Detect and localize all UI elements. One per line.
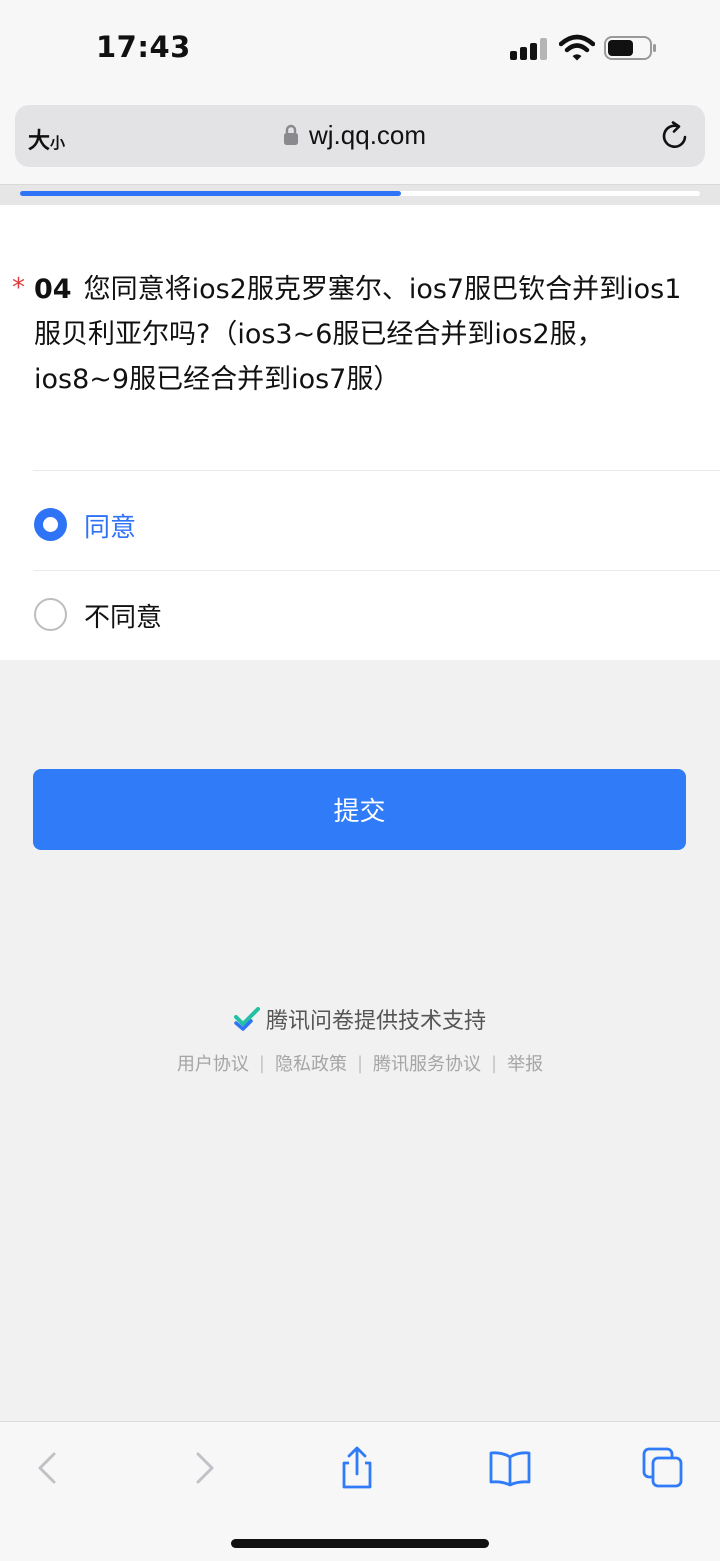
option-label: 不同意 — [84, 603, 163, 633]
link-separator: | — [356, 1052, 364, 1074]
share-icon[interactable] — [335, 1446, 379, 1490]
radio-button[interactable] — [34, 598, 67, 631]
url-field[interactable]: 大小 wj.qq.com — [15, 105, 705, 167]
url-text: wj.qq.com — [309, 120, 427, 150]
text-size-large: 大 — [28, 129, 51, 154]
question-title: 04 您同意将ios2服克罗塞尔、ios7服巴钦合并到ios1服贝利亚尔吗?（io… — [34, 267, 684, 402]
cellular-signal-icon — [510, 38, 550, 60]
address-bar: 大小 wj.qq.com — [0, 96, 720, 184]
link-user-agreement[interactable]: 用户协议 — [177, 1050, 249, 1076]
home-indicator — [231, 1539, 489, 1548]
link-tencent-service-agreement[interactable]: 腾讯服务协议 — [373, 1050, 481, 1076]
question-number: 04 — [34, 274, 72, 305]
status-time: 17:43 — [96, 30, 191, 64]
browser-toolbar — [0, 1421, 720, 1561]
submit-button[interactable]: 提交 — [33, 769, 686, 850]
footer-links: 用户协议 | 隐私政策 | 腾讯服务协议 | 举报 — [0, 1050, 720, 1076]
bookmarks-icon[interactable] — [488, 1446, 532, 1490]
progress-fill — [20, 191, 401, 196]
powered-by: 腾讯问卷提供技术支持 — [0, 1003, 720, 1035]
radio-button-selected[interactable] — [34, 508, 67, 541]
tencent-survey-logo-icon — [233, 1007, 260, 1031]
reload-icon[interactable] — [660, 121, 690, 151]
tabs-icon[interactable] — [641, 1446, 685, 1490]
lock-icon — [284, 124, 298, 145]
required-mark: * — [12, 273, 25, 303]
divider — [33, 470, 720, 471]
link-report[interactable]: 举报 — [507, 1050, 543, 1076]
question-text: 您同意将ios2服克罗塞尔、ios7服巴钦合并到ios1服贝利亚尔吗?（ios3… — [34, 274, 682, 395]
powered-by-text: 腾讯问卷提供技术支持 — [265, 1009, 486, 1034]
survey-progress — [0, 184, 720, 205]
progress-track — [20, 191, 700, 196]
text-size-small: 小 — [50, 134, 66, 152]
wifi-icon — [559, 34, 595, 61]
option-label: 同意 — [84, 513, 137, 543]
back-icon[interactable] — [26, 1446, 70, 1490]
question-card: * 04 您同意将ios2服克罗塞尔、ios7服巴钦合并到ios1服贝利亚尔吗?（… — [0, 205, 720, 660]
text-size-button[interactable]: 大小 — [28, 123, 65, 155]
option-disagree[interactable]: 不同意 — [0, 570, 720, 660]
forward-icon[interactable] — [182, 1446, 226, 1490]
status-bar: 17:43 — [0, 0, 720, 96]
survey-page: 17:43 大小 wj.qq.com * 04 您同意将ios2服克罗塞尔、io… — [0, 0, 720, 1561]
option-agree[interactable]: 同意 — [0, 480, 720, 570]
link-separator: | — [258, 1052, 265, 1074]
battery-icon — [604, 36, 656, 60]
link-privacy-policy[interactable]: 隐私政策 — [275, 1050, 347, 1076]
link-separator: | — [491, 1052, 498, 1074]
